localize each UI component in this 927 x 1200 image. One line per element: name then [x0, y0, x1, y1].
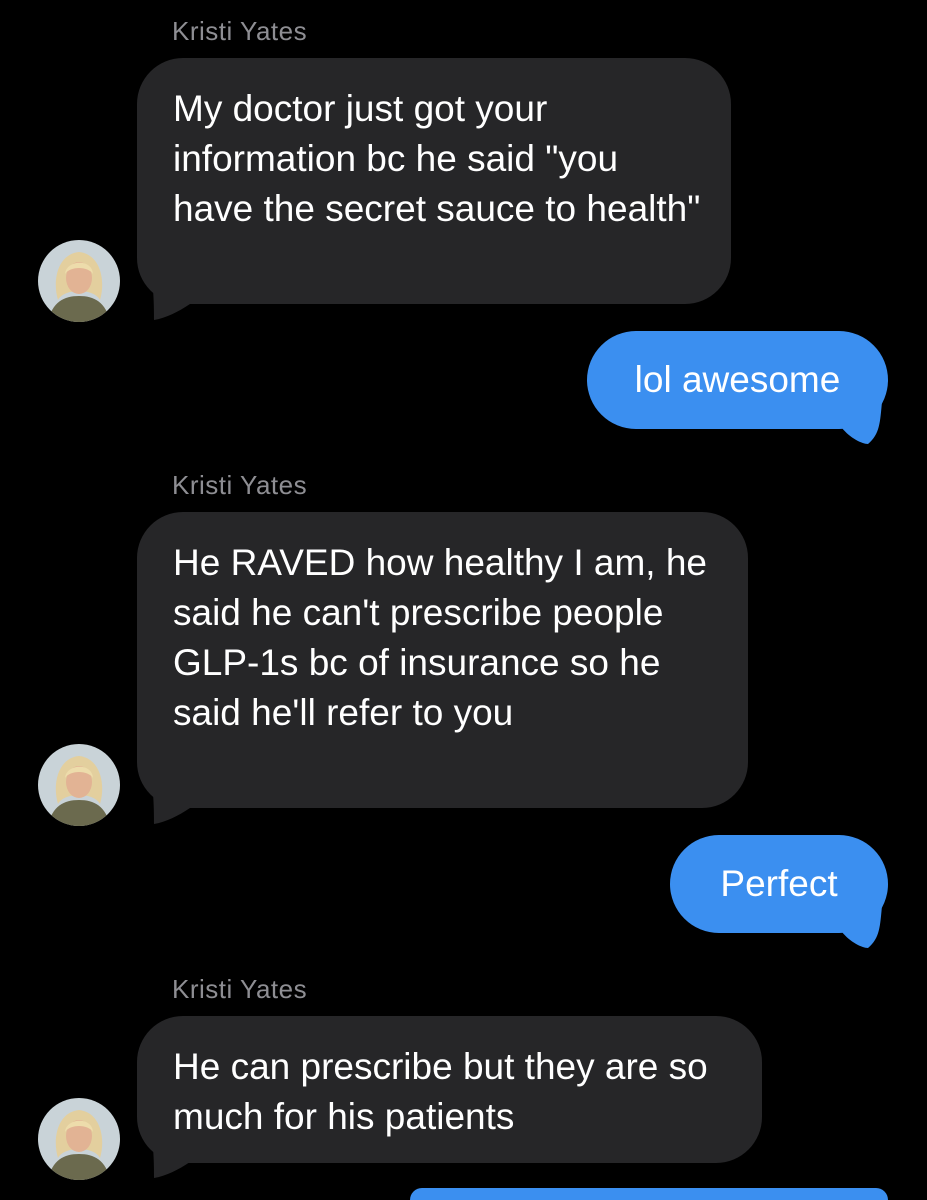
incoming-message-bubble[interactable]: He can prescribe but they are so much fo… — [137, 1016, 762, 1163]
outgoing-bubble-tail — [842, 402, 882, 444]
sender-name: Kristi Yates — [172, 974, 308, 1004]
message-text: Perfect — [720, 863, 838, 904]
message-text: He RAVED how healthy I am, he said he ca… — [173, 542, 708, 733]
message-text: He can prescribe but they are so much fo… — [173, 1046, 708, 1137]
avatar-photo-icon — [38, 744, 120, 826]
contact-avatar[interactable] — [38, 1098, 120, 1180]
avatar-photo-icon — [38, 1098, 120, 1180]
sender-name: Kristi Yates — [172, 470, 308, 500]
sender-name: Kristi Yates — [172, 16, 308, 46]
incoming-message-bubble[interactable]: My doctor just got your information bc h… — [137, 58, 731, 304]
outgoing-bubble-tail — [842, 906, 882, 948]
incoming-message-bubble[interactable]: He RAVED how healthy I am, he said he ca… — [137, 512, 748, 808]
incoming-bubble-tail — [152, 782, 190, 824]
contact-avatar[interactable] — [38, 744, 120, 826]
incoming-bubble-tail — [152, 1136, 190, 1178]
outgoing-message-bubble-partial[interactable] — [410, 1188, 888, 1200]
contact-avatar[interactable] — [38, 240, 120, 322]
message-text: My doctor just got your information bc h… — [173, 88, 701, 229]
incoming-bubble-tail — [152, 278, 190, 320]
avatar-photo-icon — [38, 240, 120, 322]
message-text: lol awesome — [634, 359, 841, 400]
